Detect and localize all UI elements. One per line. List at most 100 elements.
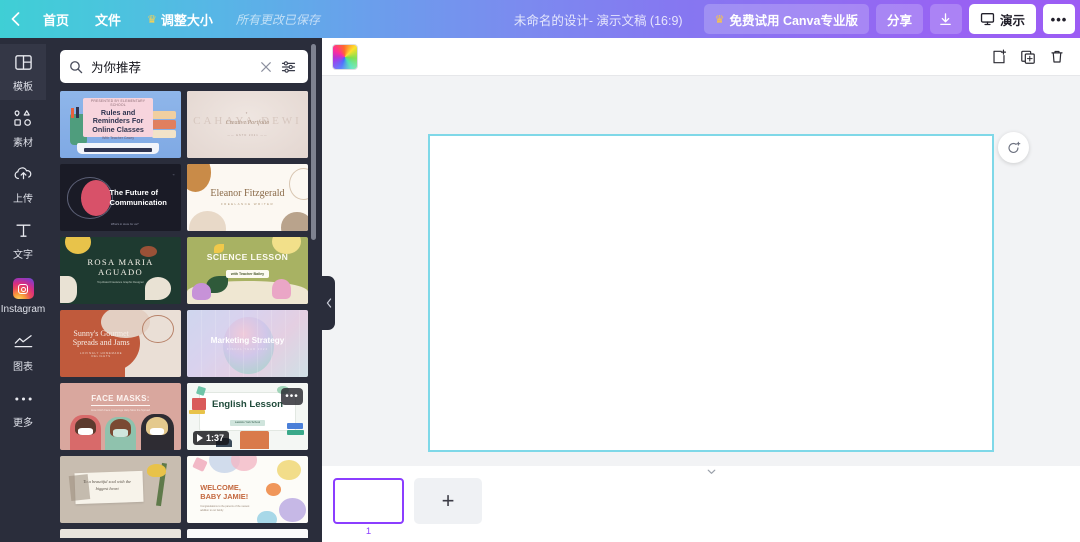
sidebar-item-more[interactable]: 更多: [0, 380, 46, 436]
template-title: Rules and Reminders For Online Classes: [92, 108, 144, 134]
templates-panel: PRESENTED BY ELEMENTARY SCHOOL Rules and…: [46, 38, 322, 542]
template-card[interactable]: SCIENCE LESSON with Teacher Bailey: [187, 237, 308, 304]
play-icon: [197, 434, 203, 442]
template-card[interactable]: ✦ CAHAYA DEWI Creative Portfolio —— ESTD…: [187, 91, 308, 158]
collapse-pages-button[interactable]: [681, 466, 741, 480]
chevron-left-icon: [326, 298, 331, 308]
template-card[interactable]: Eleanor Fitzgerald FREELANCE WRITER: [187, 164, 308, 231]
design-canvas-page[interactable]: [428, 134, 994, 452]
sidebar-item-charts[interactable]: 图表: [0, 324, 46, 380]
sidebar-label-uploads: 上传: [13, 193, 33, 205]
sidebar-label-text: 文字: [13, 249, 33, 261]
video-duration-badge: 1:37: [193, 431, 230, 445]
video-duration-text: 1:37: [206, 433, 225, 443]
pro-trial-button[interactable]: ♛ 免费试用 Canva专业版: [703, 4, 869, 34]
canva-editor-window: 首页 文件 调整大小 所有更改已保存 未命名的设计- 演示文稿 (16:9) ♛…: [0, 0, 1080, 542]
sidebar-item-templates[interactable]: 模板: [0, 44, 46, 100]
resize-menu-item[interactable]: 调整大小: [134, 0, 226, 38]
template-title: The Future of Communication: [109, 188, 167, 207]
template-card[interactable]: The Future of Communication What's in st…: [60, 164, 181, 231]
search-icon: [69, 60, 83, 74]
upload-cloud-icon: [13, 164, 34, 186]
chevron-down-icon: [707, 466, 716, 478]
templates-icon: [14, 52, 33, 74]
search-area: [46, 38, 322, 91]
template-subtitle: Top-Rated Freelance Graphic Designer: [97, 280, 144, 284]
template-kicker: PRESENTED BY ELEMENTARY SCHOOL: [90, 99, 146, 108]
sidebar-item-text[interactable]: 文字: [0, 212, 46, 268]
template-subtitle: LOVINGLY HOMEMADE DELIGHTS: [79, 352, 123, 359]
rainbow-color-swatch[interactable]: [332, 43, 358, 70]
chart-line-icon: [13, 332, 34, 354]
template-title: WELCOME, BABY JAMIE!: [200, 483, 249, 502]
template-card[interactable]: PRESENTED BY ELEMENTARY SCHOOL Rules and…: [60, 91, 181, 158]
template-subtitle: Congratulations to the parents of the ne…: [200, 504, 250, 512]
file-menu-item[interactable]: 文件: [82, 0, 134, 38]
template-card[interactable]: Sunny's Gourmet Spreads and Jams LOVINGL…: [60, 310, 181, 377]
panel-scrollbar-track[interactable]: [311, 38, 319, 542]
canvas-toolbar: [322, 38, 1080, 76]
template-title: Marketing Strategy: [210, 335, 285, 345]
template-title: Sunny's Gourmet Spreads and Jams: [72, 328, 130, 348]
top-bar-right-group: 未命名的设计- 演示文稿 (16:9) ♛ 免费试用 Canva专业版 分享 演…: [514, 0, 1080, 38]
search-input[interactable]: [91, 59, 254, 74]
sidebar-label-instagram: Instagram: [0, 303, 46, 315]
sidebar-item-elements[interactable]: 素材: [0, 100, 46, 156]
rotate-add-icon[interactable]: [998, 132, 1029, 163]
template-title: Eleanor Fitzgerald: [210, 188, 285, 200]
instagram-icon: [12, 278, 34, 300]
save-status-text: 所有更改已保存: [235, 12, 320, 27]
template-card[interactable]: HER Company June 2024: [187, 529, 308, 538]
present-label: 演示: [999, 13, 1025, 28]
clear-search-icon[interactable]: [257, 61, 275, 73]
sidebar-item-instagram[interactable]: Instagram: [0, 268, 46, 324]
pro-trial-label: 免费试用 Canva专业版: [729, 13, 858, 28]
template-subtitle: with Teacher Bailey: [225, 270, 270, 278]
share-button[interactable]: 分享: [875, 4, 923, 34]
template-card[interactable]: ROSA MARIA AGUADO Top-Rated Freelance Gr…: [60, 237, 181, 304]
collapse-panel-button[interactable]: [322, 276, 335, 330]
template-card[interactable]: WELCOME, BABY JAMIE! Congratulations to …: [187, 456, 308, 523]
design-title[interactable]: 未命名的设计- 演示文稿 (16:9): [514, 10, 683, 29]
template-subtitle: FISCAL YEAR 2024: [226, 347, 269, 352]
back-chevron-icon[interactable]: [0, 0, 30, 38]
trash-delete-icon[interactable]: [1043, 43, 1070, 70]
sidebar-label-templates: 模板: [13, 81, 33, 93]
template-title: FACE MASKS:: [91, 394, 150, 406]
template-card[interactable]: English Lesson Lawtolo York School 1:37 …: [187, 383, 308, 450]
template-title: SCIENCE LESSON: [206, 251, 289, 262]
editor-area: 1 + 备注 38% 1: [322, 38, 1080, 542]
template-subtitle: What's in store for us?: [110, 222, 139, 227]
template-card[interactable]: FACE MASKS: How Cloth Face Coverings Hel…: [60, 383, 181, 450]
top-bar: 首页 文件 调整大小 所有更改已保存 未命名的设计- 演示文稿 (16:9) ♛…: [0, 0, 1080, 38]
template-options-icon[interactable]: •••: [281, 388, 303, 405]
search-box[interactable]: [60, 50, 308, 83]
filter-sliders-icon[interactable]: [278, 60, 299, 74]
template-subtitle: FREELANCE WRITER: [220, 202, 275, 207]
template-grid: PRESENTED BY ELEMENTARY SCHOOL Rules and…: [46, 91, 322, 538]
template-subtitle: How Cloth Face Coverings Help Slow the S…: [91, 409, 150, 413]
left-nav-rail: 模板 素材 上传 文字 Instagram 图表 更多: [0, 38, 46, 542]
present-button[interactable]: 演示: [968, 4, 1036, 34]
template-title: ROSA MARIA AGUADO: [87, 257, 154, 278]
add-page-button[interactable]: +: [414, 478, 482, 524]
sidebar-item-uploads[interactable]: 上传: [0, 156, 46, 212]
sidebar-label-more: 更多: [13, 417, 33, 429]
template-card[interactable]: To a beautiful soul with the biggest hea…: [60, 456, 181, 523]
sidebar-label-charts: 图表: [13, 361, 33, 373]
panel-scrollbar-thumb[interactable]: [311, 44, 316, 240]
template-card[interactable]: Marketing Strategy FISCAL YEAR 2024: [187, 310, 308, 377]
template-card[interactable]: [60, 529, 181, 538]
template-title: To a beautiful soul with the biggest hea…: [83, 478, 132, 491]
home-menu-item[interactable]: 首页: [30, 0, 82, 38]
present-screen-icon: [980, 13, 995, 26]
text-t-icon: [14, 220, 33, 242]
add-page-icon[interactable]: [985, 43, 1012, 70]
more-options-button[interactable]: •••: [1043, 4, 1075, 34]
template-subtitle: Lawtolo York School: [229, 420, 266, 426]
download-icon[interactable]: [929, 4, 962, 34]
duplicate-page-icon[interactable]: [1014, 43, 1041, 70]
page-thumbnail-1[interactable]: [333, 478, 404, 524]
elements-icon: [13, 108, 34, 130]
canvas-area[interactable]: [322, 76, 1080, 466]
